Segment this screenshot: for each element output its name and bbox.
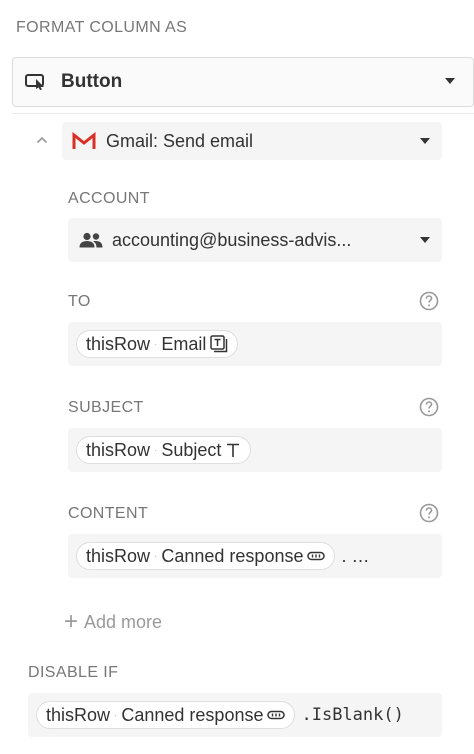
chip-separator: · xyxy=(154,550,158,562)
chip-column: Canned response xyxy=(121,704,264,725)
chip-column: Canned response xyxy=(161,545,304,566)
select-type-icon xyxy=(307,551,326,561)
action-select-value: Gmail: Send email xyxy=(106,130,254,151)
add-more-button[interactable]: + Add more xyxy=(64,610,162,634)
format-type-select[interactable]: Button xyxy=(12,57,474,107)
content-formula-field[interactable]: thisRow · Canned response . … xyxy=(68,534,442,578)
account-value: accounting@business-advis... xyxy=(112,229,352,250)
subject-label: SUBJECT xyxy=(68,399,144,416)
chevron-down-icon xyxy=(420,138,430,144)
to-label: TO xyxy=(68,293,91,310)
format-type-value: Button xyxy=(61,71,123,92)
format-column-panel: FORMAT COLUMN AS Button Gmail: Send emai… xyxy=(0,0,474,754)
text-type-icon xyxy=(225,442,241,458)
plus-icon: + xyxy=(64,608,79,635)
button-cursor-icon xyxy=(25,72,47,92)
format-column-label: FORMAT COLUMN AS xyxy=(16,19,188,36)
chip-ref: thisRow xyxy=(46,704,111,725)
chip-separator: · xyxy=(114,709,118,721)
chip-ref: thisRow xyxy=(86,333,151,354)
add-more-label: Add more xyxy=(84,611,163,632)
chip-separator: · xyxy=(154,444,158,456)
formula-chip[interactable]: thisRow · Canned response xyxy=(36,701,296,729)
to-formula-field[interactable]: thisRow · Email xyxy=(68,322,442,366)
account-label: ACCOUNT xyxy=(68,190,150,207)
help-icon[interactable] xyxy=(419,503,439,523)
chevron-down-icon xyxy=(445,78,455,84)
help-icon[interactable] xyxy=(419,291,439,311)
help-icon[interactable] xyxy=(419,397,439,417)
formula-chip[interactable]: thisRow · Subject xyxy=(76,436,252,464)
collapse-action-button[interactable] xyxy=(28,126,56,154)
chip-separator: · xyxy=(154,338,158,350)
formula-chip[interactable]: thisRow · Email xyxy=(76,330,239,358)
chip-ref: thisRow xyxy=(86,439,151,460)
content-label: CONTENT xyxy=(68,505,149,522)
formula-tail: .IsBlank() xyxy=(301,705,404,725)
people-icon xyxy=(78,231,104,249)
chip-ref: thisRow xyxy=(86,545,151,566)
action-select[interactable]: Gmail: Send email xyxy=(62,122,442,160)
select-type-icon xyxy=(267,710,286,720)
chip-column: Email xyxy=(161,333,207,354)
email-type-icon xyxy=(210,335,228,353)
disable-if-formula-field[interactable]: thisRow · Canned response .IsBlank() xyxy=(28,693,442,737)
formula-chip[interactable]: thisRow · Canned response xyxy=(76,542,336,570)
chip-column: Subject xyxy=(161,439,222,460)
gmail-icon xyxy=(72,132,96,150)
subject-formula-field[interactable]: thisRow · Subject xyxy=(68,428,442,472)
chevron-down-icon xyxy=(420,237,430,243)
chevron-up-icon xyxy=(36,136,48,144)
disable-if-label: DISABLE IF xyxy=(28,664,119,681)
account-select[interactable]: accounting@business-advis... xyxy=(68,218,442,262)
formula-tail: . … xyxy=(341,545,370,566)
divider xyxy=(12,113,474,114)
